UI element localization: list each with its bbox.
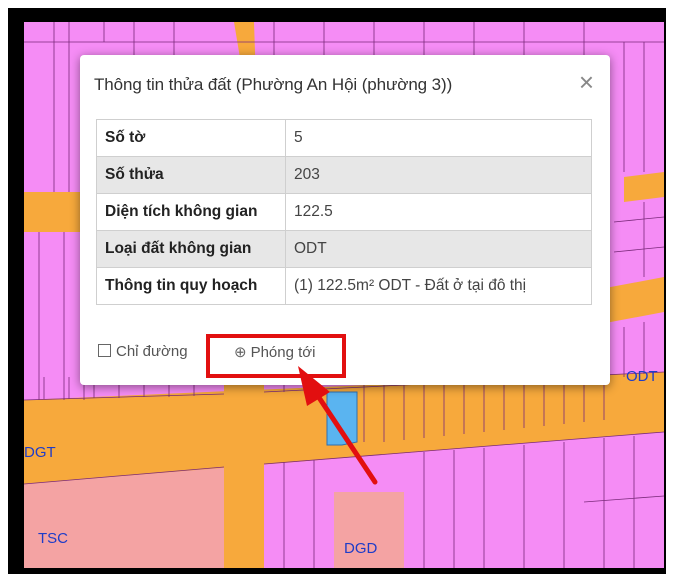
map-label-dgt: DGT bbox=[24, 444, 56, 461]
row-value: (1) 122.5m² ODT - Đất ở tại đô thị bbox=[285, 267, 592, 305]
map-label-odt: ODT bbox=[626, 368, 658, 385]
row-value: 122.5 bbox=[285, 193, 592, 231]
close-icon[interactable]: × bbox=[579, 69, 594, 95]
row-key: Thông tin quy hoạch bbox=[96, 267, 286, 305]
vertical-road bbox=[224, 362, 264, 568]
table-row: Thông tin quy hoạch (1) 122.5m² ODT - Đấ… bbox=[96, 267, 592, 305]
table-row: Số thửa 203 bbox=[96, 156, 592, 194]
parcel-info-table: Số tờ 5 Số thửa 203 Diện tích không gian… bbox=[96, 119, 592, 305]
table-row: Loại đất không gian ODT bbox=[96, 230, 592, 268]
directions-button[interactable]: Chỉ đường bbox=[98, 343, 188, 360]
row-value: ODT bbox=[285, 230, 592, 268]
map-label-dgd: DGD bbox=[344, 540, 378, 557]
map-label-tsc: TSC bbox=[38, 530, 68, 547]
row-key: Loại đất không gian bbox=[96, 230, 286, 268]
row-key: Số tờ bbox=[96, 119, 286, 157]
row-value: 203 bbox=[285, 156, 592, 194]
annotation-highlight-box bbox=[206, 334, 346, 378]
popup-title: Thông tin thửa đất (Phường An Hội (phườn… bbox=[94, 75, 453, 94]
row-key: Số thửa bbox=[96, 156, 286, 194]
row-value: 5 bbox=[285, 119, 592, 157]
row-key: Diện tích không gian bbox=[96, 193, 286, 231]
table-row: Diện tích không gian 122.5 bbox=[96, 193, 592, 231]
directions-label: Chỉ đường bbox=[116, 343, 188, 360]
directions-icon bbox=[98, 344, 111, 357]
tsc-parcel bbox=[24, 467, 224, 568]
table-row: Số tờ 5 bbox=[96, 119, 592, 157]
selected-parcel bbox=[326, 391, 358, 446]
